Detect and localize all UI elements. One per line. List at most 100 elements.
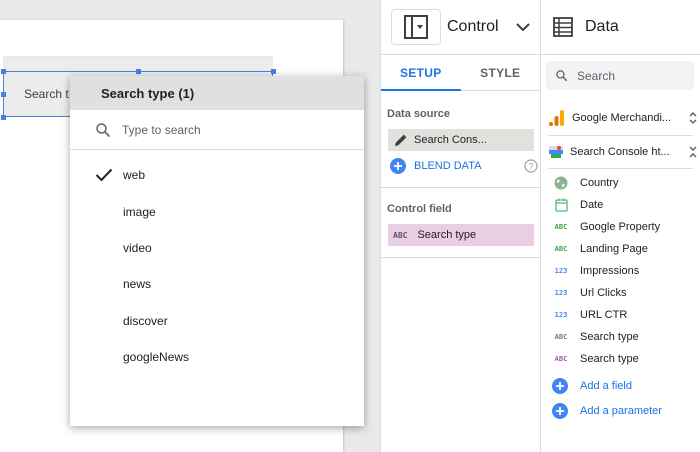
- option-label: news: [123, 277, 152, 292]
- field-label: Url Clicks: [580, 287, 627, 299]
- data-header: Data: [541, 0, 700, 55]
- control-field-label: Control field: [387, 203, 452, 215]
- text-type-icon: ABC: [554, 245, 568, 253]
- add-field-button[interactable]: Add a field: [552, 376, 632, 396]
- data-source-name: Google Merchandi...: [572, 112, 672, 124]
- field-item-url-ctr[interactable]: 123 URL CTR: [553, 305, 628, 325]
- option-label: discover: [123, 313, 168, 328]
- calendar-icon: [554, 198, 568, 212]
- field-label: Google Property: [580, 221, 661, 233]
- field-label: Landing Page: [580, 243, 648, 255]
- expand-toggle-icon[interactable]: [688, 111, 698, 125]
- field-item-impressions[interactable]: 123 Impressions: [553, 261, 640, 281]
- resize-handle-bottom-left[interactable]: [1, 115, 6, 120]
- data-panel-title: Data: [585, 18, 619, 35]
- chevron-down-icon[interactable]: [515, 19, 531, 35]
- control-type-button[interactable]: [391, 9, 441, 45]
- search-icon: [96, 122, 110, 137]
- field-search-placeholder: Search: [577, 68, 616, 83]
- field-item-date[interactable]: Date: [553, 195, 603, 215]
- help-icon[interactable]: ?: [524, 159, 538, 173]
- resize-handle-top[interactable]: [136, 69, 141, 74]
- control-field-value: Search type: [417, 229, 477, 241]
- analytics-icon: [549, 110, 564, 126]
- option-image[interactable]: image: [70, 193, 364, 229]
- table-icon: [553, 17, 573, 37]
- data-source-google-merchandise[interactable]: Google Merchandi...: [548, 104, 698, 132]
- field-label: Date: [580, 199, 604, 211]
- field-label: Impressions: [580, 265, 640, 277]
- option-web[interactable]: web: [70, 157, 364, 193]
- field-label: Country: [580, 177, 619, 189]
- data-source-name: Search Console ht...: [570, 146, 670, 158]
- option-label: video: [123, 240, 152, 255]
- control-field-chip[interactable]: ABC Search type: [388, 224, 534, 246]
- dropdown-header: Search type (1): [70, 76, 364, 110]
- text-type-icon: ABC: [554, 223, 568, 231]
- pencil-icon[interactable]: [394, 133, 408, 147]
- add-circle-icon: [552, 378, 568, 394]
- number-type-icon: 123: [554, 311, 568, 319]
- tab-style[interactable]: STYLE: [461, 55, 541, 90]
- data-source-label: Data source: [387, 108, 450, 120]
- field-item-landing-page[interactable]: ABC Landing Page: [553, 239, 648, 259]
- section-divider: [381, 187, 542, 188]
- option-video[interactable]: video: [70, 230, 364, 266]
- search-console-icon: [549, 146, 563, 158]
- dropdown-search[interactable]: Type to search: [70, 110, 364, 150]
- dropdown-popup: Search type (1) Type to search web image…: [70, 76, 364, 426]
- add-circle-icon: [552, 403, 568, 419]
- option-label: image: [123, 204, 156, 219]
- properties-panel: Control SETUP STYLE Data source Search C…: [380, 0, 542, 452]
- option-news[interactable]: news: [70, 266, 364, 302]
- number-type-icon: 123: [554, 289, 568, 297]
- source-divider: [548, 168, 693, 169]
- add-circle-icon: [390, 158, 406, 174]
- resize-handle-top-right[interactable]: [271, 69, 276, 74]
- field-item-google-property[interactable]: ABC Google Property: [553, 217, 660, 237]
- text-type-icon: ABC: [393, 230, 408, 240]
- field-item-url-clicks[interactable]: 123 Url Clicks: [553, 283, 627, 303]
- globe-icon: [554, 176, 568, 190]
- section-divider: [381, 257, 542, 258]
- option-label: web: [123, 168, 146, 183]
- field-item-search-type[interactable]: ABC Search type: [553, 349, 639, 369]
- field-label: URL CTR: [580, 309, 628, 321]
- field-label: Search type: [580, 331, 639, 343]
- field-label: Search type: [580, 353, 639, 365]
- blend-data-label: BLEND DATA: [414, 160, 482, 172]
- field-search-input[interactable]: Search: [546, 61, 694, 90]
- dropdown-search-placeholder: Type to search: [122, 122, 201, 137]
- collapse-toggle-icon[interactable]: [688, 145, 698, 159]
- active-tab-indicator: [381, 89, 461, 91]
- data-source-chip[interactable]: Search Cons...: [388, 129, 534, 151]
- data-panel: Data Search Google Merchandi... Search C…: [541, 0, 700, 452]
- properties-header: Control: [381, 0, 540, 55]
- add-parameter-button[interactable]: Add a parameter: [552, 401, 662, 421]
- dropdown-control-icon: [404, 15, 428, 39]
- resize-handle-top-left[interactable]: [1, 69, 6, 74]
- add-field-label: Add a field: [580, 380, 632, 392]
- source-divider: [548, 135, 693, 136]
- resize-handle-left[interactable]: [1, 92, 6, 97]
- check-icon: [95, 168, 113, 182]
- data-source-value: Search Cons...: [414, 134, 487, 146]
- option-googlenews[interactable]: googleNews: [70, 339, 364, 375]
- option-label: googleNews: [123, 350, 190, 365]
- parameter-type-icon: ABC: [554, 355, 568, 363]
- report-canvas: Search t Search type (1) Type to search …: [0, 0, 380, 452]
- control-label: Search t: [24, 87, 69, 101]
- option-discover[interactable]: discover: [70, 303, 364, 339]
- search-icon: [556, 70, 568, 82]
- svg-text:?: ?: [528, 162, 533, 172]
- field-item-country[interactable]: Country: [553, 173, 619, 193]
- field-item-search-type[interactable]: ABC Search type: [553, 327, 639, 347]
- data-source-search-console[interactable]: Search Console ht...: [548, 138, 698, 166]
- panel-tabs: SETUP STYLE: [381, 55, 540, 91]
- add-parameter-label: Add a parameter: [580, 405, 662, 417]
- tab-setup[interactable]: SETUP: [381, 55, 461, 90]
- panel-title: Control: [447, 18, 499, 35]
- number-type-icon: 123: [554, 267, 568, 275]
- blend-data-button[interactable]: BLEND DATA ?: [390, 157, 538, 175]
- parameter-type-icon: ABC: [554, 333, 568, 341]
